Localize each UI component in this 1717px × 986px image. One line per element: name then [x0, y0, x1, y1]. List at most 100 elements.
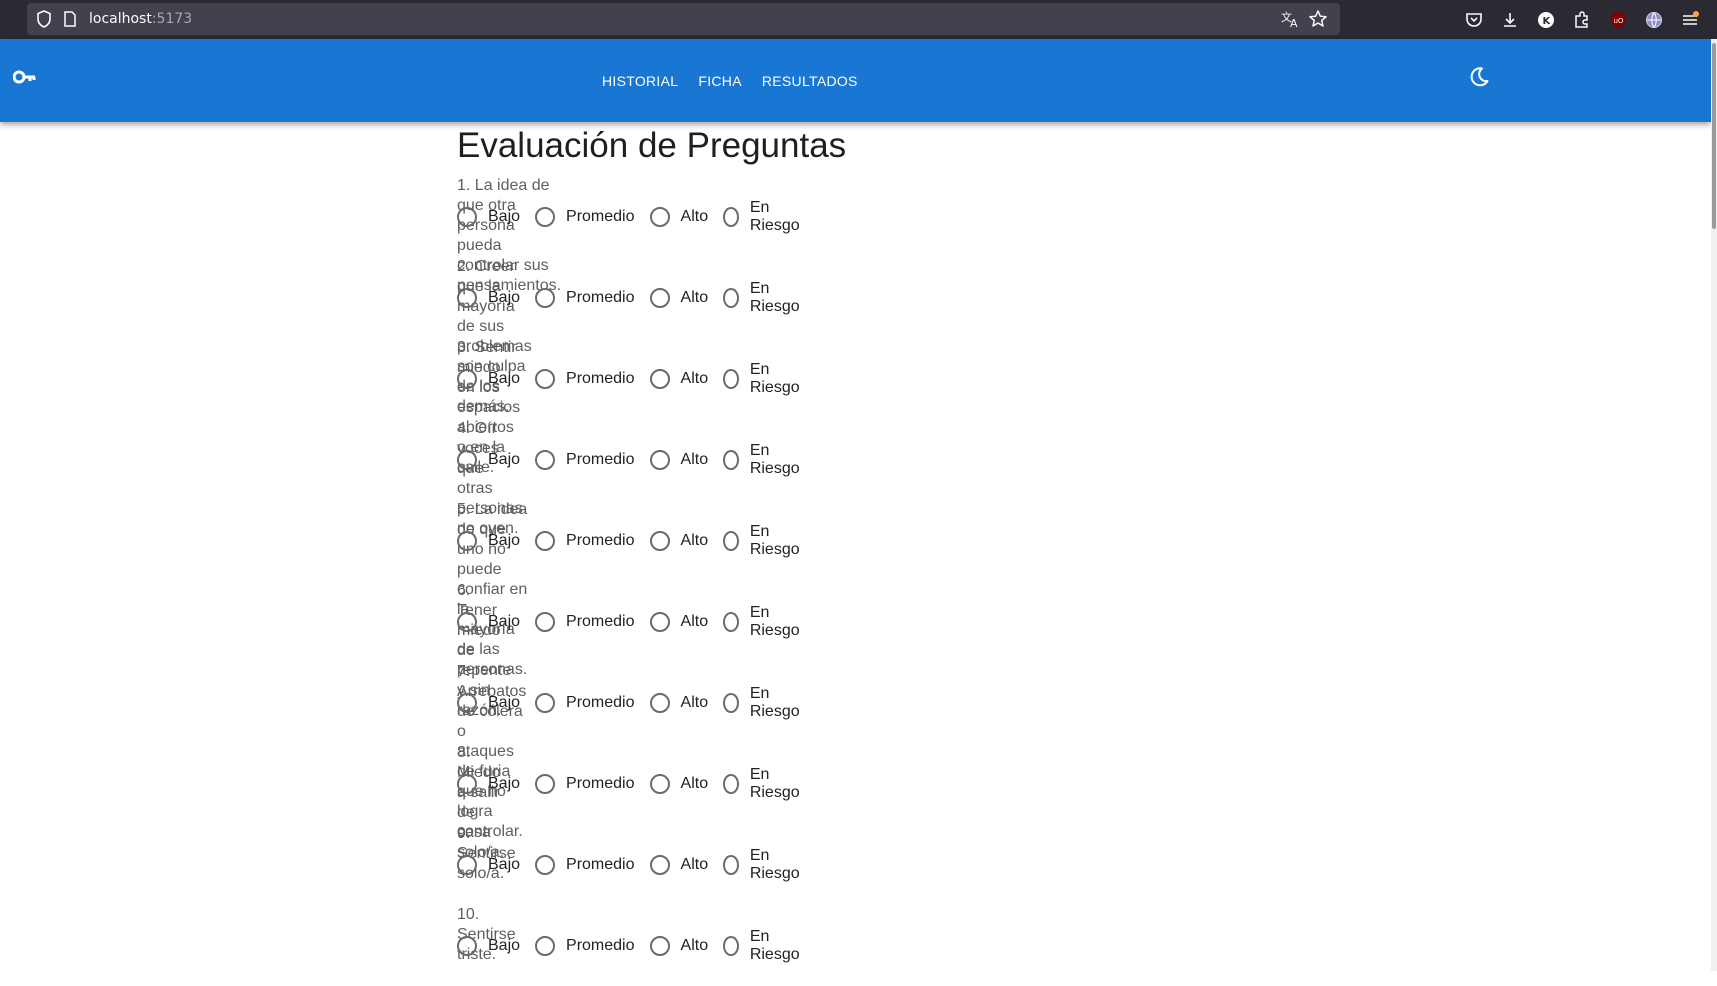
answer-option[interactable]: Promedio	[535, 531, 635, 551]
radio-button[interactable]	[723, 207, 739, 227]
radio-button[interactable]	[535, 936, 556, 956]
radio-button[interactable]	[649, 855, 670, 875]
radio-button[interactable]	[649, 531, 670, 551]
answer-option[interactable]: Bajo	[457, 774, 520, 794]
radio-button[interactable]	[723, 531, 739, 551]
radio-button[interactable]	[457, 369, 477, 389]
answer-option[interactable]: Promedio	[535, 612, 635, 632]
answer-option[interactable]: Promedio	[535, 693, 635, 713]
radio-button[interactable]	[649, 936, 670, 956]
page-scrollbar[interactable]	[1711, 39, 1717, 971]
ublock-icon[interactable]: uO	[1606, 8, 1629, 31]
radio-button[interactable]	[649, 450, 670, 470]
answer-option[interactable]: Alto	[649, 936, 708, 956]
answer-option[interactable]: Alto	[649, 855, 708, 875]
answer-option[interactable]: Promedio	[535, 288, 635, 308]
url-text[interactable]: localhost:5173	[89, 11, 192, 27]
key-icon[interactable]	[12, 69, 37, 90]
answer-option[interactable]: En Riesgo	[723, 847, 804, 883]
answer-option[interactable]: Bajo	[457, 207, 520, 227]
answer-option-label: Bajo	[488, 775, 521, 792]
radio-button[interactable]	[723, 612, 739, 632]
answer-option[interactable]: Bajo	[457, 855, 520, 875]
answer-option[interactable]: En Riesgo	[723, 523, 804, 559]
radio-button[interactable]	[535, 450, 556, 470]
radio-button[interactable]	[649, 207, 670, 227]
radio-button[interactable]	[457, 774, 477, 794]
nav-ficha[interactable]: FICHA	[698, 73, 742, 89]
answer-option[interactable]: En Riesgo	[723, 928, 804, 964]
answer-option[interactable]: Bajo	[457, 531, 520, 551]
radio-button[interactable]	[723, 288, 739, 308]
answer-option[interactable]: En Riesgo	[723, 442, 804, 478]
radio-button[interactable]	[457, 855, 477, 875]
globe-extension-icon[interactable]	[1642, 8, 1665, 31]
nav-historial[interactable]: HISTORIAL	[602, 73, 678, 89]
shield-icon[interactable]	[36, 10, 52, 33]
radio-button[interactable]	[535, 693, 556, 713]
radio-button[interactable]	[723, 855, 739, 875]
radio-button[interactable]	[723, 693, 739, 713]
scrollbar-thumb[interactable]	[1712, 43, 1716, 229]
radio-button[interactable]	[649, 288, 670, 308]
dark-mode-toggle-icon[interactable]	[1468, 66, 1490, 93]
radio-button[interactable]	[457, 693, 477, 713]
answer-option[interactable]: Promedio	[535, 774, 635, 794]
radio-button[interactable]	[535, 369, 556, 389]
answer-option[interactable]: Bajo	[457, 693, 520, 713]
answer-option[interactable]: Promedio	[535, 936, 635, 956]
answer-option[interactable]: Alto	[649, 774, 708, 794]
nav-resultados[interactable]: RESULTADOS	[762, 73, 858, 89]
answer-option[interactable]: En Riesgo	[723, 361, 804, 397]
extension-k-icon[interactable]: K	[1534, 8, 1557, 31]
answer-option[interactable]: En Riesgo	[723, 766, 804, 802]
answer-option[interactable]: Bajo	[457, 288, 520, 308]
radio-button[interactable]	[535, 855, 556, 875]
answer-option[interactable]: Promedio	[535, 855, 635, 875]
answer-option[interactable]: Promedio	[535, 207, 635, 227]
radio-button[interactable]	[649, 693, 670, 713]
download-icon[interactable]	[1498, 8, 1521, 31]
answer-option[interactable]: Promedio	[535, 369, 635, 389]
answer-option[interactable]: Alto	[649, 693, 708, 713]
radio-button[interactable]	[535, 612, 556, 632]
radio-button[interactable]	[535, 288, 556, 308]
answer-option[interactable]: Bajo	[457, 612, 520, 632]
answer-option[interactable]: Alto	[649, 288, 708, 308]
radio-button[interactable]	[535, 207, 556, 227]
radio-button[interactable]	[457, 207, 477, 227]
radio-button[interactable]	[723, 369, 739, 389]
radio-button[interactable]	[457, 450, 477, 470]
answer-option[interactable]: Alto	[649, 531, 708, 551]
radio-button[interactable]	[649, 612, 670, 632]
translate-icon[interactable]: 文A	[1280, 9, 1300, 34]
pocket-icon[interactable]	[1462, 8, 1485, 31]
radio-button[interactable]	[723, 774, 739, 794]
answer-option[interactable]: Promedio	[535, 450, 635, 470]
radio-button[interactable]	[457, 612, 477, 632]
extensions-puzzle-icon[interactable]	[1570, 8, 1593, 31]
answer-option[interactable]: En Riesgo	[723, 604, 804, 640]
radio-button[interactable]	[457, 936, 477, 956]
answer-option[interactable]: Bajo	[457, 369, 520, 389]
address-bar[interactable]: localhost:5173 文A	[27, 3, 1340, 35]
answer-option[interactable]: Bajo	[457, 936, 520, 956]
answer-option[interactable]: Alto	[649, 369, 708, 389]
answer-option[interactable]: En Riesgo	[723, 280, 804, 316]
menu-icon[interactable]	[1678, 8, 1701, 31]
answer-option[interactable]: En Riesgo	[723, 199, 804, 235]
answer-option[interactable]: En Riesgo	[723, 685, 804, 721]
answer-option[interactable]: Bajo	[457, 450, 520, 470]
radio-button[interactable]	[535, 774, 556, 794]
answer-option[interactable]: Alto	[649, 207, 708, 227]
radio-button[interactable]	[457, 531, 477, 551]
answer-option[interactable]: Alto	[649, 612, 708, 632]
radio-button[interactable]	[649, 369, 670, 389]
answer-option[interactable]: Alto	[649, 450, 708, 470]
radio-button[interactable]	[723, 450, 739, 470]
radio-button[interactable]	[535, 531, 556, 551]
bookmark-star-icon[interactable]	[1308, 9, 1328, 34]
radio-button[interactable]	[649, 774, 670, 794]
radio-button[interactable]	[723, 936, 739, 956]
radio-button[interactable]	[457, 288, 477, 308]
